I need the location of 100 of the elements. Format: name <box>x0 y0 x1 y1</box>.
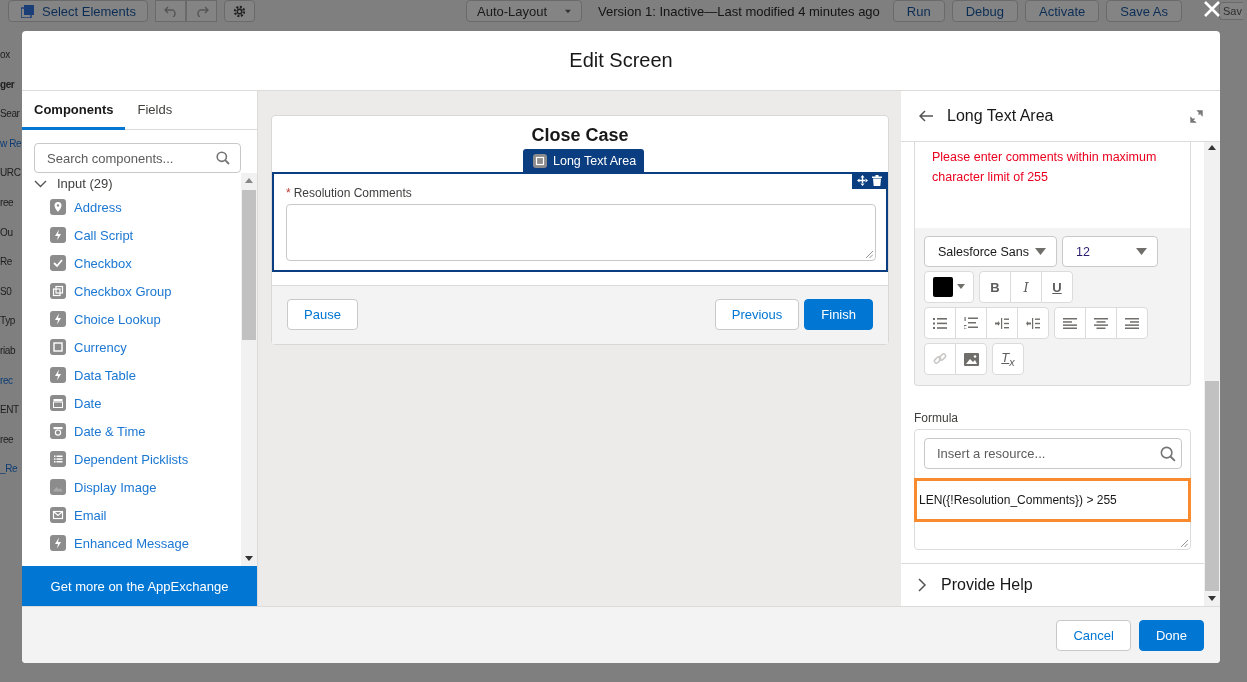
bullet-list-button[interactable] <box>924 307 956 339</box>
numbered-list-button[interactable] <box>955 307 987 339</box>
resize-grip-icon[interactable] <box>1181 540 1188 548</box>
select-elements-button[interactable]: Select Elements <box>8 0 148 22</box>
pin-icon <box>50 199 66 215</box>
background-text: w Re <box>0 137 22 151</box>
align-left-button[interactable] <box>1054 307 1086 339</box>
align-center-icon <box>1094 317 1108 329</box>
done-button[interactable]: Done <box>1138 619 1204 651</box>
background-text: ree <box>0 433 15 447</box>
bolt-icon <box>50 535 66 551</box>
selected-component[interactable]: * Resolution Comments <box>272 172 888 272</box>
format-button[interactable]: U <box>1041 271 1073 303</box>
caret-icon <box>565 7 571 15</box>
appexchange-button[interactable]: Get more on the AppExchange <box>22 566 257 606</box>
checkbox-icon <box>50 255 66 271</box>
background-text: rec <box>0 374 14 388</box>
expand-icon[interactable] <box>1190 109 1203 123</box>
scroll-down-icon[interactable] <box>1208 596 1216 601</box>
component-item[interactable]: Call Script <box>74 227 134 243</box>
search-icon <box>1160 445 1176 462</box>
component-item[interactable]: Enhanced Message <box>74 535 189 551</box>
modal-title: Edit Screen <box>569 49 673 72</box>
format-button[interactable]: B <box>979 271 1011 303</box>
clear-formatting-button[interactable]: T$_{x}$ <box>992 343 1024 375</box>
format-button[interactable]: I <box>1010 271 1042 303</box>
mail-icon <box>50 507 66 523</box>
image-button[interactable] <box>955 343 987 375</box>
layout-dropdown[interactable]: Auto-Layout <box>466 0 582 22</box>
resource-search-field[interactable]: Insert a resource... <box>924 438 1182 469</box>
required-mark: * <box>286 186 291 200</box>
text-area-icon <box>533 154 547 168</box>
scroll-down-icon[interactable] <box>245 556 253 561</box>
background-text: riab <box>0 344 17 358</box>
caret-icon <box>1035 248 1046 255</box>
checkbox-group-icon <box>50 283 66 299</box>
component-item[interactable]: Dependent Picklists <box>74 451 189 467</box>
background-text: Ou <box>0 226 14 240</box>
search-icon <box>216 151 230 165</box>
align-right-button[interactable] <box>1116 307 1148 339</box>
bolt-icon <box>50 227 66 243</box>
scroll-up-icon[interactable] <box>1208 145 1216 150</box>
flow-button[interactable]: Finish <box>804 299 873 330</box>
select-icon <box>21 4 34 18</box>
color-swatch-icon <box>933 277 965 297</box>
component-item[interactable]: Date & Time <box>74 423 146 439</box>
component-item[interactable]: Date <box>74 395 102 411</box>
list-icon <box>50 451 66 467</box>
align-left-icon <box>1063 317 1077 329</box>
toolbar-button[interactable]: Save As <box>1106 0 1182 22</box>
align-center-button[interactable] <box>1085 307 1117 339</box>
bolt-icon <box>50 367 66 383</box>
toolbar-button[interactable]: Sav <box>1218 2 1243 20</box>
settings-button[interactable] <box>224 0 255 22</box>
component-item[interactable]: Address <box>74 199 122 215</box>
background-text: ENT <box>0 404 20 418</box>
text-color-button[interactable] <box>924 271 974 303</box>
scrollbar[interactable] <box>241 173 257 566</box>
cancel-button[interactable]: Cancel <box>1056 619 1131 651</box>
component-item[interactable]: Currency <box>74 339 127 355</box>
component-item[interactable]: Checkbox <box>74 255 132 271</box>
move-icon[interactable] <box>857 175 868 186</box>
calendar-clock-icon <box>50 423 66 439</box>
formula-label: Formula <box>914 411 959 425</box>
toolbar-button[interactable]: Debug <box>951 0 1018 22</box>
flow-button[interactable]: Previous <box>714 299 800 330</box>
background-text: ree <box>0 196 15 210</box>
background-text: ger <box>0 78 16 92</box>
component-item[interactable]: Data Table <box>74 367 136 383</box>
component-item[interactable]: Email <box>74 507 107 523</box>
toolbar-button[interactable]: Run <box>892 0 945 22</box>
tab[interactable]: Components <box>22 91 126 130</box>
font-family-dropdown[interactable]: Salesforce Sans <box>924 236 1057 267</box>
settings-icon <box>233 4 246 18</box>
scrollbar[interactable] <box>1204 142 1220 606</box>
outdent-button[interactable] <box>1017 307 1049 339</box>
search-field[interactable]: Search components... <box>34 143 241 173</box>
component-item[interactable]: Display Image <box>74 479 157 495</box>
font-size-dropdown[interactable]: 12 <box>1062 236 1158 267</box>
numbered-list-icon <box>964 317 978 329</box>
resize-grip-icon[interactable] <box>866 251 873 258</box>
background-text: Typ <box>0 315 16 329</box>
screen-title: Close Case <box>531 124 629 146</box>
tab[interactable]: Fields <box>125 91 185 130</box>
calendar-icon <box>50 395 66 411</box>
flow-button[interactable]: Pause <box>287 299 358 330</box>
indent-button[interactable] <box>986 307 1018 339</box>
align-right-icon <box>1125 317 1139 329</box>
toolbar-button[interactable]: Activate <box>1025 0 1100 22</box>
close-icon[interactable] <box>1203 0 1221 18</box>
back-arrow-icon[interactable] <box>919 110 933 122</box>
link-icon <box>933 352 947 366</box>
background-text: Re <box>0 256 13 270</box>
caret-icon <box>1136 248 1147 255</box>
component-item[interactable]: Choice Lookup <box>74 311 161 327</box>
formula-text[interactable]: LEN({!Resolution_Comments}) > 255 <box>914 478 1191 522</box>
trash-icon[interactable] <box>872 175 882 186</box>
component-item[interactable]: Checkbox Group <box>74 283 172 299</box>
error-message-text[interactable]: Please enter comments within maximum character limit of 255 <box>915 142 1190 228</box>
section-header[interactable]: Input (29) <box>34 173 241 193</box>
